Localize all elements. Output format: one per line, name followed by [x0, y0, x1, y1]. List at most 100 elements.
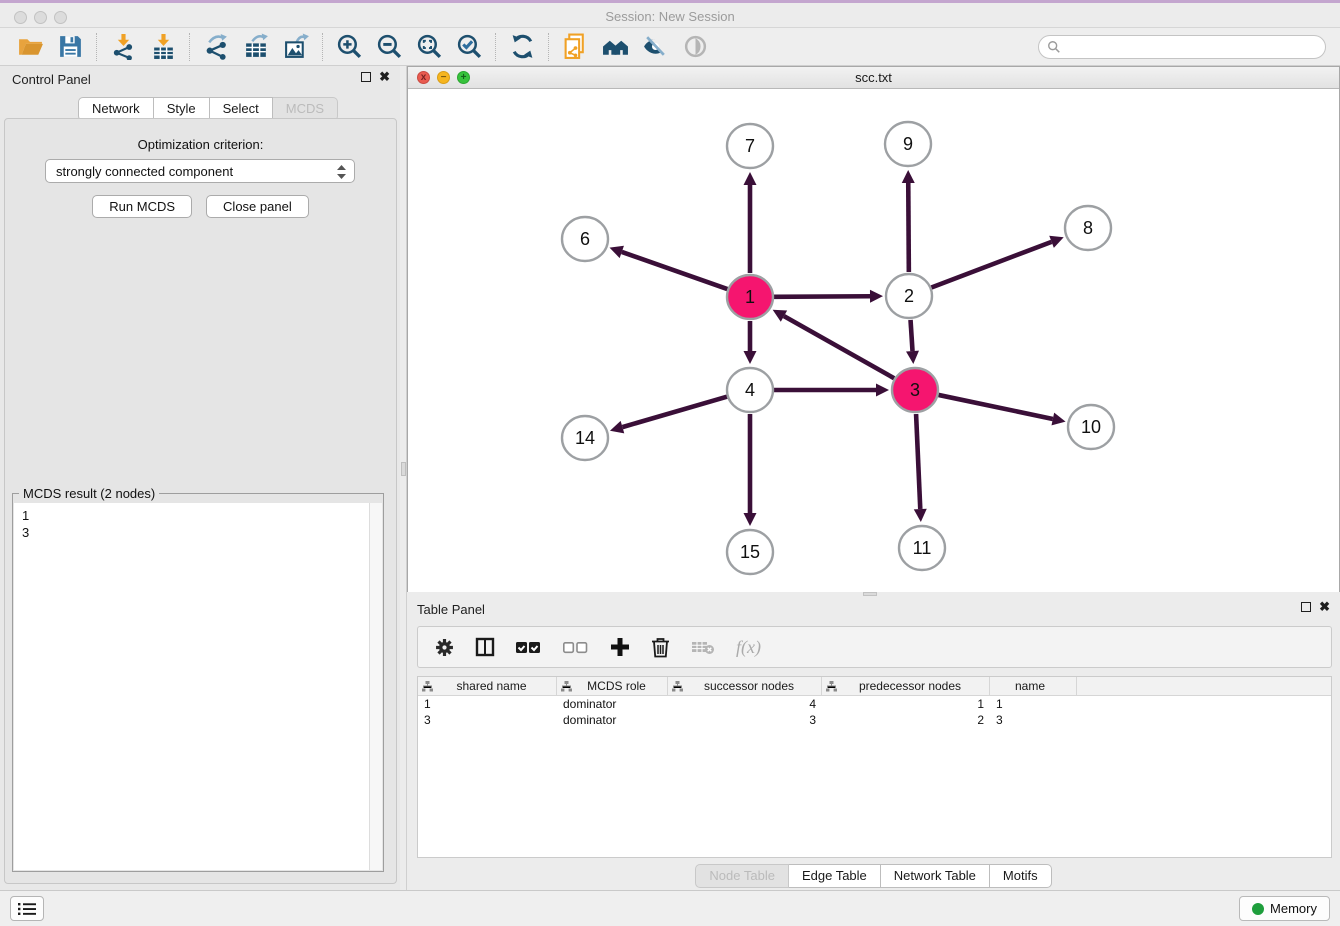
- columns-icon: [475, 637, 495, 657]
- hierarchy-icon: [422, 681, 433, 692]
- clone-network-button[interactable]: [555, 31, 595, 63]
- save-session-button[interactable]: [50, 31, 90, 63]
- hide-selected-button[interactable]: [635, 31, 675, 63]
- cell-successor-nodes: 4: [668, 696, 822, 712]
- run-mcds-button[interactable]: Run MCDS: [92, 195, 192, 218]
- column-layout-button[interactable]: [475, 637, 495, 657]
- cell-successor-nodes: 3: [668, 712, 822, 728]
- node-table[interactable]: shared name MCDS role successor nodes pr…: [417, 676, 1332, 858]
- unchecked-boxes-icon: [563, 641, 589, 654]
- edge-2-9[interactable]: [908, 183, 909, 272]
- edge-3-1[interactable]: [784, 316, 894, 378]
- function-builder-button[interactable]: f(x): [736, 637, 761, 658]
- zoom-selected-icon: [456, 33, 483, 60]
- select-all-button[interactable]: [516, 641, 542, 654]
- vertical-splitter[interactable]: [400, 66, 407, 890]
- criterion-dropdown[interactable]: strongly connected component: [45, 159, 355, 183]
- add-row-button[interactable]: [610, 637, 630, 657]
- table-header-row: shared name MCDS role successor nodes pr…: [418, 677, 1331, 696]
- task-history-button[interactable]: [10, 896, 44, 921]
- column-header-mcds-role[interactable]: MCDS role: [557, 677, 668, 695]
- import-network-icon: [110, 33, 137, 60]
- arrowhead-1-2: [870, 290, 883, 303]
- table-row[interactable]: 1 dominator 4 1 1: [418, 696, 1331, 712]
- edge-1-2[interactable]: [774, 296, 870, 297]
- edge-2-8[interactable]: [931, 242, 1051, 288]
- search-input[interactable]: [1065, 37, 1325, 57]
- tab-edge-table[interactable]: Edge Table: [789, 864, 881, 888]
- refresh-icon: [509, 33, 536, 60]
- edge-1-6[interactable]: [622, 252, 728, 289]
- table-row[interactable]: 3 dominator 3 2 3: [418, 712, 1331, 728]
- first-neighbors-button[interactable]: [595, 31, 635, 63]
- float-panel-icon[interactable]: [361, 72, 371, 82]
- edge-4-14[interactable]: [622, 397, 727, 427]
- show-hidden-button[interactable]: [675, 31, 715, 63]
- delete-column-button[interactable]: [691, 640, 715, 655]
- table-settings-button[interactable]: [435, 638, 454, 657]
- zoom-out-button[interactable]: [369, 31, 409, 63]
- checked-boxes-icon: [516, 641, 542, 654]
- network-canvas[interactable]: 1234678910111415: [408, 89, 1339, 592]
- two-houses-icon: [602, 33, 629, 60]
- dropdown-stepper-icon: [336, 164, 347, 180]
- optimization-criterion-label: Optimization criterion:: [5, 137, 396, 152]
- column-header-shared-name[interactable]: shared name: [418, 677, 557, 695]
- graph-node-label-15: 15: [740, 542, 760, 562]
- column-header-name[interactable]: name: [990, 677, 1077, 695]
- mcds-result-text[interactable]: 1 3: [14, 503, 369, 870]
- float-panel-icon[interactable]: [1301, 602, 1311, 612]
- application-window: Session: New Session: [0, 0, 1340, 926]
- column-header-successor-nodes[interactable]: successor nodes: [668, 677, 822, 695]
- delete-row-button[interactable]: [651, 637, 670, 658]
- zoom-fit-button[interactable]: [409, 31, 449, 63]
- toolbar-separator: [495, 33, 496, 61]
- graph-node-label-6: 6: [580, 229, 590, 249]
- deselect-all-button[interactable]: [563, 641, 589, 654]
- graph-node-label-1: 1: [745, 287, 755, 307]
- import-network-button[interactable]: [103, 31, 143, 63]
- memory-label: Memory: [1270, 901, 1317, 916]
- arrowhead-1-4: [744, 351, 757, 364]
- arrowhead-2-3: [906, 351, 919, 364]
- tab-node-table[interactable]: Node Table: [695, 864, 789, 888]
- tab-network-table[interactable]: Network Table: [881, 864, 990, 888]
- arrowhead-4-14: [610, 421, 624, 433]
- edge-2-3[interactable]: [911, 320, 913, 351]
- cell-shared-name: 1: [418, 696, 557, 712]
- network-window-titlebar[interactable]: x − + scc.txt: [408, 67, 1339, 89]
- cell-predecessor-nodes: 2: [822, 712, 990, 728]
- toolbar-separator: [96, 33, 97, 61]
- hierarchy-icon: [561, 681, 572, 692]
- column-header-predecessor-nodes[interactable]: predecessor nodes: [822, 677, 990, 695]
- search-field[interactable]: [1038, 35, 1326, 59]
- close-panel-icon[interactable]: ✖: [1319, 601, 1330, 613]
- control-panel-title: Control Panel: [12, 72, 91, 87]
- memory-button[interactable]: Memory: [1239, 896, 1330, 921]
- graph-node-label-2: 2: [904, 286, 914, 306]
- refresh-layout-button[interactable]: [502, 31, 542, 63]
- import-table-button[interactable]: [143, 31, 183, 63]
- zoom-out-icon: [376, 33, 403, 60]
- export-image-icon: [283, 33, 310, 60]
- zoom-selected-button[interactable]: [449, 31, 489, 63]
- plus-icon: [610, 637, 630, 657]
- close-panel-button[interactable]: Close panel: [206, 195, 309, 218]
- hierarchy-icon: [826, 681, 837, 692]
- export-network-button[interactable]: [196, 31, 236, 63]
- export-image-button[interactable]: [276, 31, 316, 63]
- open-session-button[interactable]: [10, 31, 50, 63]
- edge-3-11[interactable]: [916, 414, 920, 509]
- edge-3-10[interactable]: [938, 395, 1052, 419]
- graph-node-label-3: 3: [910, 380, 920, 400]
- result-scrollbar[interactable]: [369, 503, 382, 870]
- close-panel-icon[interactable]: ✖: [379, 71, 390, 83]
- tab-motifs[interactable]: Motifs: [990, 864, 1052, 888]
- clone-network-icon: [562, 33, 589, 60]
- zoom-in-button[interactable]: [329, 31, 369, 63]
- splitter-grip[interactable]: [401, 462, 406, 476]
- export-table-button[interactable]: [236, 31, 276, 63]
- gear-icon: [435, 638, 454, 657]
- main-toolbar: [0, 28, 1340, 66]
- network-window: x − + scc.txt 1234678910111415: [407, 66, 1340, 592]
